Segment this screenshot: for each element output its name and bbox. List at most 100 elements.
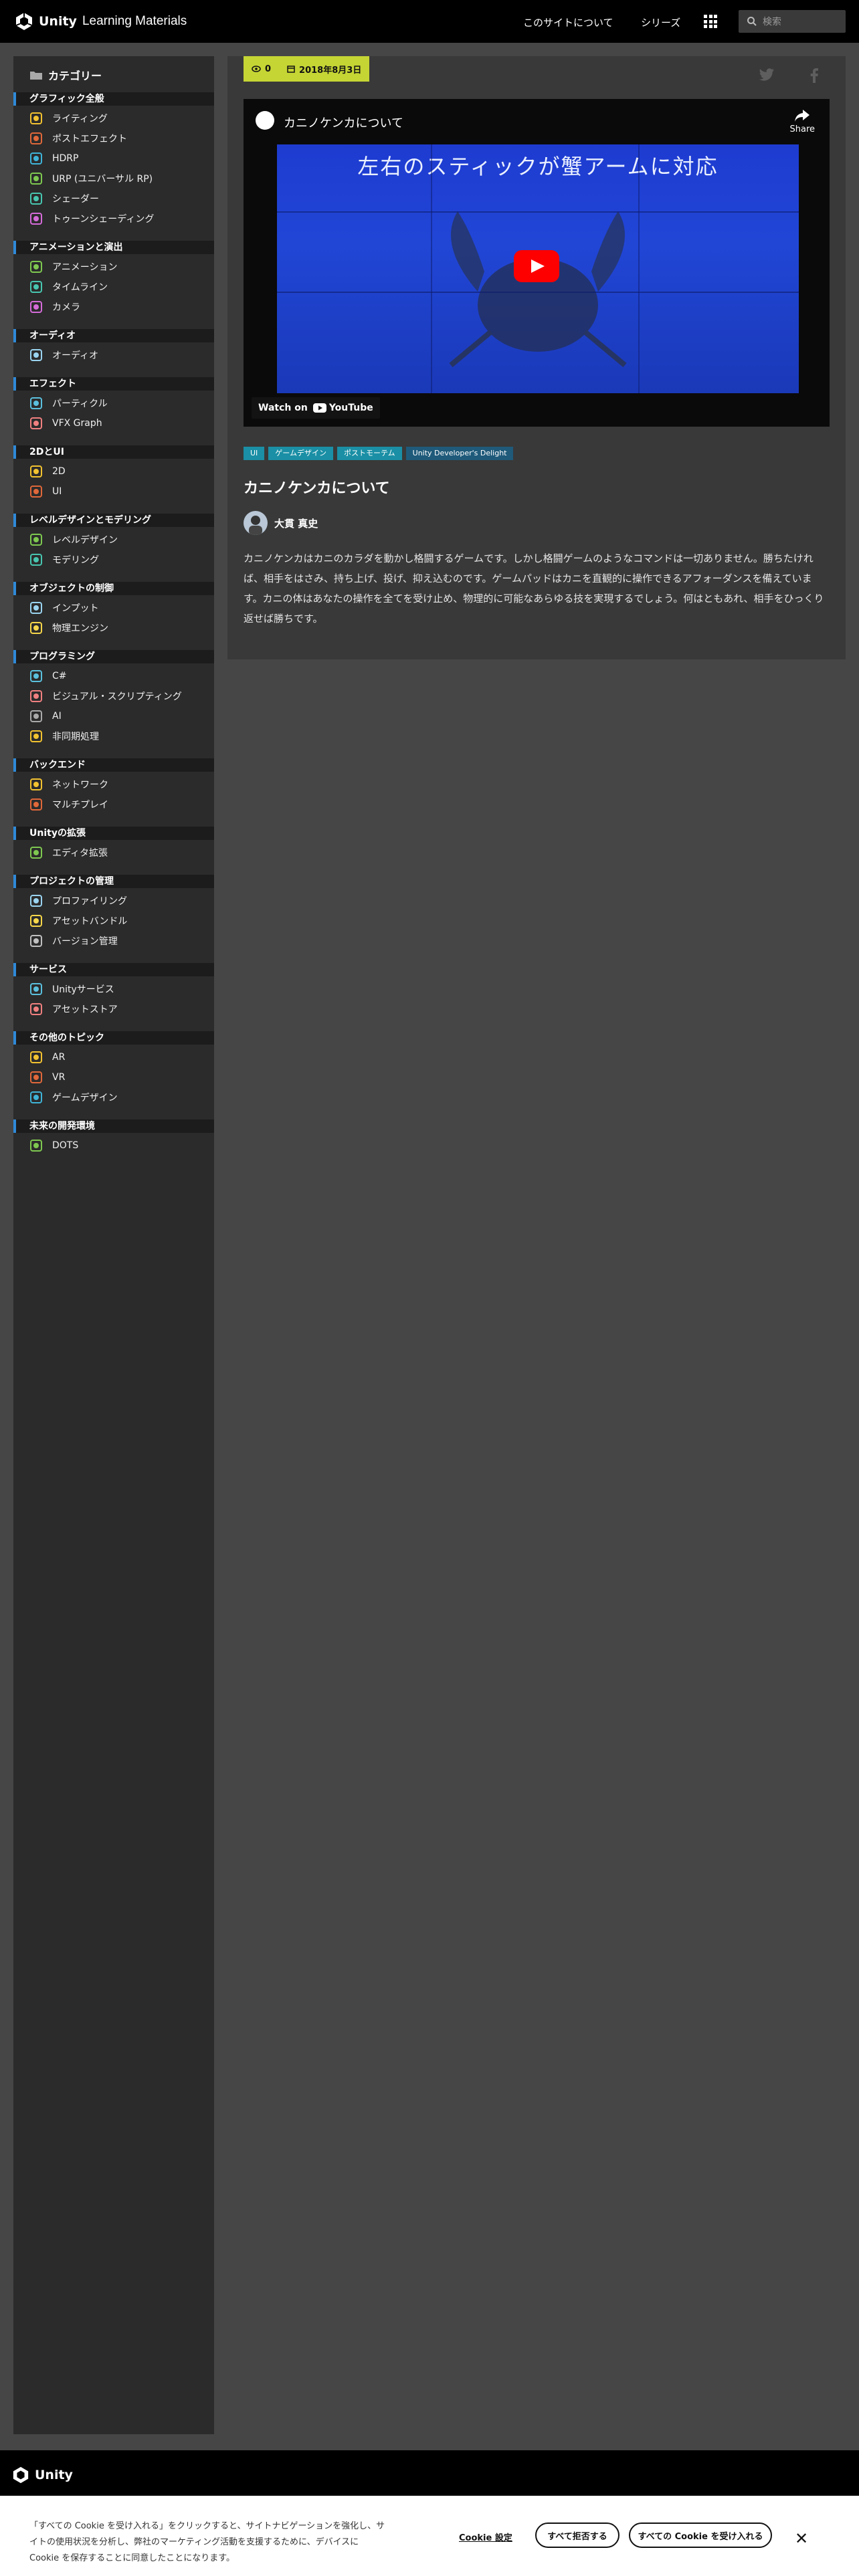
sidebar-item[interactable]: アセットストア bbox=[29, 1002, 118, 1016]
author-name[interactable]: 大貫 真史 bbox=[274, 516, 318, 530]
category-icon bbox=[29, 485, 43, 498]
sidebar-heading: カテゴリー bbox=[29, 67, 102, 83]
sidebar-item[interactable]: AR bbox=[29, 1050, 65, 1065]
youtube-video-player[interactable]: 左右のスティックが蟹アームに対応 カニノケンカについて Share Watch … bbox=[244, 99, 830, 427]
apps-grid-icon[interactable] bbox=[704, 15, 717, 28]
sidebar-item[interactable]: ポストエフェクト bbox=[29, 131, 127, 146]
sidebar-item[interactable]: モデリング bbox=[29, 552, 99, 567]
site-logo[interactable]: Unity Learning Materials bbox=[15, 12, 187, 31]
category-icon bbox=[29, 914, 43, 928]
sidebar-item-label: エディタ拡張 bbox=[52, 848, 108, 859]
sidebar-item[interactable]: Unityサービス bbox=[29, 982, 114, 996]
sidebar-category-title: サービス bbox=[13, 963, 214, 976]
calendar-icon bbox=[287, 66, 295, 73]
category-icon bbox=[29, 1091, 43, 1104]
meta-badge: 0 2018年8月3日 bbox=[244, 56, 370, 82]
play-button[interactable] bbox=[514, 250, 559, 282]
sidebar-item[interactable]: バージョン管理 bbox=[29, 934, 118, 948]
crab-illustration bbox=[449, 211, 627, 368]
sidebar-item[interactable]: HDRP bbox=[29, 151, 78, 166]
youtube-logo-icon bbox=[312, 403, 326, 413]
sidebar-item[interactable]: パーティクル bbox=[29, 396, 108, 411]
sidebar-item[interactable]: インプット bbox=[29, 601, 99, 615]
unity-logo-icon bbox=[13, 2466, 29, 2484]
top-nav-bar: Unity Learning Materials このサイトについて シリーズ bbox=[0, 0, 859, 43]
view-count: 0 bbox=[265, 64, 272, 74]
sidebar-item[interactable]: オーディオ bbox=[29, 348, 98, 362]
sidebar-item[interactable]: プロファイリング bbox=[29, 893, 127, 908]
category-icon bbox=[29, 669, 43, 683]
sidebar-item[interactable]: タイムライン bbox=[29, 280, 108, 294]
category-icon bbox=[29, 1002, 43, 1016]
facebook-icon[interactable] bbox=[809, 68, 819, 83]
tag-postmortem[interactable]: ポストモーテム bbox=[337, 447, 402, 460]
author-avatar[interactable] bbox=[244, 511, 268, 535]
sidebar-category-title: グラフィック全般 bbox=[13, 92, 214, 106]
sidebar-category-title: アニメーションと演出 bbox=[13, 241, 214, 254]
sidebar-item[interactable]: アセットバンドル bbox=[29, 914, 127, 928]
video-share-button[interactable]: Share bbox=[789, 110, 815, 134]
close-icon[interactable]: ✕ bbox=[795, 2529, 808, 2548]
nav-about-link[interactable]: このサイトについて bbox=[523, 15, 613, 29]
sidebar-item[interactable]: ネットワーク bbox=[29, 777, 108, 792]
sidebar-item[interactable]: カメラ bbox=[29, 300, 80, 314]
article-title: カニノケンカについて bbox=[244, 480, 390, 497]
search-input[interactable] bbox=[761, 15, 843, 29]
search-icon[interactable] bbox=[747, 16, 757, 27]
sidebar-item[interactable]: 物理エンジン bbox=[29, 621, 108, 635]
sidebar-item[interactable]: マルチプレイ bbox=[29, 797, 108, 812]
sidebar-item[interactable]: UI bbox=[29, 484, 62, 499]
sidebar-item-label: UI bbox=[52, 486, 62, 497]
category-icon bbox=[29, 533, 43, 546]
video-title[interactable]: カニノケンカについて bbox=[284, 114, 403, 131]
sidebar-item[interactable]: VFX Graph bbox=[29, 416, 102, 431]
article-body: カニノケンカはカニのカラダを動かし格闘するゲームです。しかし格闘ゲームのようなコ… bbox=[244, 552, 824, 625]
sidebar-item[interactable]: ビジュアル・スクリプティング bbox=[29, 689, 182, 704]
twitter-icon[interactable] bbox=[759, 68, 775, 82]
sidebar-item[interactable]: VR bbox=[29, 1070, 65, 1085]
reject-all-button[interactable]: すべて拒否する bbox=[535, 2523, 619, 2548]
sidebar-item-label: アニメーション bbox=[52, 262, 118, 273]
category-icon bbox=[29, 212, 43, 225]
tag-game-design[interactable]: ゲームデザイン bbox=[268, 447, 333, 460]
sidebar-item-label: VR bbox=[52, 1072, 66, 1083]
channel-avatar[interactable] bbox=[256, 111, 274, 130]
category-icon bbox=[29, 1051, 43, 1064]
sidebar-item[interactable]: C# bbox=[29, 669, 67, 683]
watch-on-youtube-button[interactable]: Watch on YouTube bbox=[252, 397, 380, 419]
sidebar-item-label: インプット bbox=[52, 603, 99, 614]
sidebar-item-label: 非同期処理 bbox=[52, 732, 99, 742]
share-label: Share bbox=[789, 124, 815, 134]
brand-name: Unity bbox=[39, 14, 77, 29]
tag-ui[interactable]: UI bbox=[244, 447, 265, 460]
sidebar-item[interactable]: シェーダー bbox=[29, 191, 99, 206]
accept-all-cookies-button[interactable]: すべての Cookie を受け入れる bbox=[629, 2523, 772, 2548]
tag-developers-delight[interactable]: Unity Developer's Delight bbox=[405, 447, 514, 460]
sidebar-item[interactable]: ゲームデザイン bbox=[29, 1090, 118, 1105]
sidebar-item[interactable]: トゥーンシェーディング bbox=[29, 211, 154, 226]
sidebar-item-label: パーティクル bbox=[52, 399, 108, 409]
category-icon bbox=[29, 710, 43, 723]
category-icon bbox=[29, 798, 43, 811]
sidebar-item-label: 2D bbox=[52, 466, 66, 477]
sidebar-item[interactable]: ライティング bbox=[29, 111, 108, 126]
sidebar-heading-label: カテゴリー bbox=[48, 70, 102, 82]
sidebar-item[interactable]: 2D bbox=[29, 464, 66, 479]
sidebar-item-label: AI bbox=[52, 711, 62, 722]
category-icon bbox=[29, 689, 43, 703]
sidebar-item[interactable]: エディタ拡張 bbox=[29, 845, 108, 860]
sidebar-item-label: タイムライン bbox=[52, 282, 108, 293]
sidebar-item[interactable]: DOTS bbox=[29, 1138, 78, 1153]
sidebar-item[interactable]: アニメーション bbox=[29, 259, 117, 274]
sidebar-item-label: バージョン管理 bbox=[52, 936, 118, 947]
nav-series-link[interactable]: シリーズ bbox=[641, 15, 680, 29]
sidebar-category-title: Unityの拡張 bbox=[13, 827, 214, 840]
sidebar-item[interactable]: URP (ユニバーサル RP) bbox=[29, 171, 153, 186]
sidebar-item[interactable]: AI bbox=[29, 709, 62, 724]
footer-logo[interactable]: Unity bbox=[12, 2466, 73, 2484]
author-info[interactable]: 大貫 真史 bbox=[244, 511, 318, 535]
sidebar-item[interactable]: レベルデザイン bbox=[29, 532, 118, 547]
cookie-settings-link[interactable]: Cookie 設定 bbox=[459, 2531, 512, 2543]
sidebar-item[interactable]: 非同期処理 bbox=[29, 729, 99, 744]
sidebar-item-label: C# bbox=[52, 671, 67, 681]
